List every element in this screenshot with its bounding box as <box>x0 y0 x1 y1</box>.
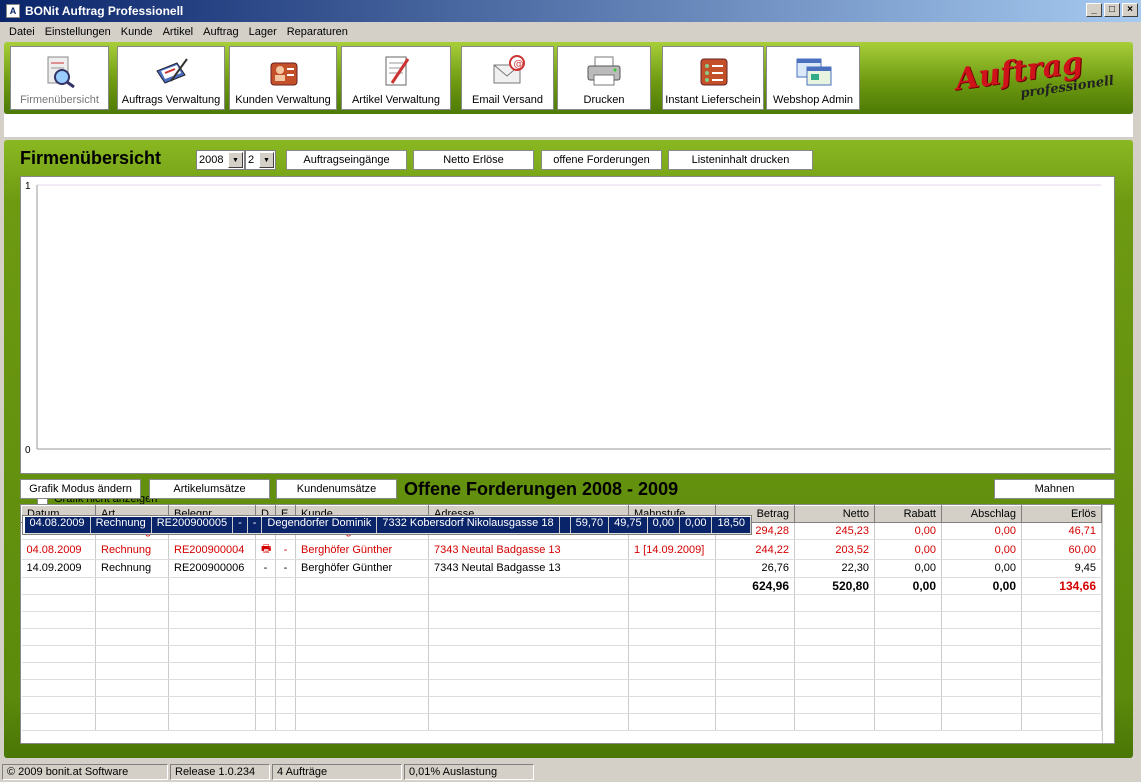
total-erloes: 134,66 <box>1021 577 1102 595</box>
chevron-down-icon: ▼ <box>259 152 274 168</box>
empty-row <box>21 611 1102 629</box>
maximize-button[interactable]: □ <box>1104 3 1120 17</box>
title-bar: A BONit Auftrag Professionell _ □ × <box>0 0 1141 22</box>
overview-icon <box>40 51 80 91</box>
status-orders: 4 Aufträge <box>272 764 402 780</box>
menu-reparaturen[interactable]: Reparaturen <box>282 26 353 38</box>
empty-row <box>21 662 1102 680</box>
total-netto: 520,80 <box>794 577 875 595</box>
y-tick-min: 0 <box>25 445 31 456</box>
netto-erloese-button[interactable]: Netto Erlöse <box>413 150 534 170</box>
total-rabatt: 0,00 <box>874 577 942 595</box>
toolbar-instant-lieferschein[interactable]: Instant Lieferschein <box>662 46 764 110</box>
sub-toolbar-strip <box>4 114 1133 138</box>
toolbar-kunden-verwaltung[interactable]: Kunden Verwaltung <box>229 46 337 110</box>
y-tick-max: 1 <box>25 181 31 192</box>
offene-forderungen-button[interactable]: offene Forderungen <box>541 150 662 170</box>
table-row[interactable]: 14.09.2009 Rechnung RE200900006- - Berghöfer… <box>21 560 1102 578</box>
status-release: Release 1.0.234 <box>170 764 270 780</box>
toolbar-email-versand[interactable]: @ Email Versand <box>461 46 554 110</box>
menu-bar: Datei Einstellungen Kunde Artikel Auftra… <box>0 22 1141 42</box>
minimize-button[interactable]: _ <box>1086 3 1102 17</box>
window-title: BONit Auftrag Professionell <box>25 4 184 18</box>
menu-auftrag[interactable]: Auftrag <box>198 26 243 38</box>
menu-artikel[interactable]: Artikel <box>158 26 199 38</box>
col-abschlag[interactable]: Abschlag <box>941 505 1022 523</box>
close-button[interactable]: × <box>1122 3 1138 17</box>
menu-datei[interactable]: Datei <box>4 26 40 38</box>
order-management-icon <box>151 51 191 91</box>
section-title: Offene Forderungen 2008 - 2009 <box>404 479 679 499</box>
artikelumsaetze-button[interactable]: Artikelumsätze <box>149 479 270 499</box>
empty-row <box>21 628 1102 646</box>
customer-management-icon <box>263 51 303 91</box>
menu-lager[interactable]: Lager <box>244 26 282 38</box>
status-copyright: © 2009 bonit.at Software <box>2 764 168 780</box>
webshop-icon <box>793 51 833 91</box>
year-select[interactable]: 2008 ▼ <box>196 150 245 170</box>
auftragseingaenge-button[interactable]: Auftragseingänge <box>286 150 407 170</box>
auftrag-professionell-logo: Auftrag professionell <box>945 45 1125 104</box>
toolbar-firmenuebersicht[interactable]: Firmenübersicht <box>10 46 109 110</box>
table-scrollbar[interactable] <box>1102 505 1114 743</box>
table-row-selected[interactable]: 04.08.2009 Rechnung RE200900005- - Degendorf… <box>21 515 753 535</box>
main-toolbar: Firmenübersicht Auftrags Verwaltung Kund… <box>4 42 1133 114</box>
chevron-down-icon: ▼ <box>228 152 243 168</box>
chart-svg: 1 0 <box>25 181 1111 456</box>
svg-text:@: @ <box>513 59 523 70</box>
status-load: 0,01% Auslastung <box>404 764 534 780</box>
menu-kunde[interactable]: Kunde <box>116 26 158 38</box>
empty-row <box>21 679 1102 697</box>
col-erloes[interactable]: Erlös <box>1021 505 1102 523</box>
printer-icon <box>584 51 624 91</box>
total-betrag: 624,96 <box>715 577 795 595</box>
email-icon: @ <box>488 51 528 91</box>
status-bar: © 2009 bonit.at Software Release 1.0.234… <box>0 762 1141 782</box>
table-row[interactable]: 04.08.2009 Rechnung RE200900004 🖶 - Berghöfer… <box>21 539 1102 560</box>
empty-row <box>21 696 1102 714</box>
col-rabatt[interactable]: Rabatt <box>874 505 942 523</box>
article-management-icon <box>376 51 416 91</box>
kundenumsaetze-button[interactable]: Kundenumsätze <box>276 479 397 499</box>
page-title: Firmenübersicht <box>20 148 162 168</box>
grafik-modus-button[interactable]: Grafik Modus ändern <box>20 479 141 499</box>
month-select[interactable]: 2 ▼ <box>245 150 276 170</box>
delivery-note-icon <box>693 51 733 91</box>
total-abschlag: 0,00 <box>941 577 1022 595</box>
print-icon: 🖶 <box>255 539 276 560</box>
toolbar-drucken[interactable]: Drucken <box>557 46 651 110</box>
listeninhalt-drucken-button[interactable]: Listeninhalt drucken <box>668 150 813 170</box>
toolbar-auftrags-verwaltung[interactable]: Auftrags Verwaltung <box>117 46 225 110</box>
mahnen-button[interactable]: Mahnen <box>994 479 1115 499</box>
empty-row <box>21 594 1102 612</box>
menu-einstellungen[interactable]: Einstellungen <box>40 26 116 38</box>
overview-panel: Firmenübersicht 2008 ▼ 2 ▼ Auftragseingä… <box>4 140 1133 758</box>
empty-row <box>21 645 1102 663</box>
totals-row: 624,96 520,80 0,00 0,00 134,66 <box>21 577 1102 595</box>
toolbar-webshop-admin[interactable]: Webshop Admin <box>766 46 860 110</box>
empty-row <box>21 713 1102 731</box>
toolbar-artikel-verwaltung[interactable]: Artikel Verwaltung <box>341 46 451 110</box>
app-icon: A <box>6 4 20 18</box>
col-netto[interactable]: Netto <box>794 505 875 523</box>
receivables-table: Datum Art Belegnr. D E Kunde Adresse Mah… <box>20 504 1115 744</box>
chart-area: 1 0 Grafik nicht anzeigen <box>20 176 1115 505</box>
